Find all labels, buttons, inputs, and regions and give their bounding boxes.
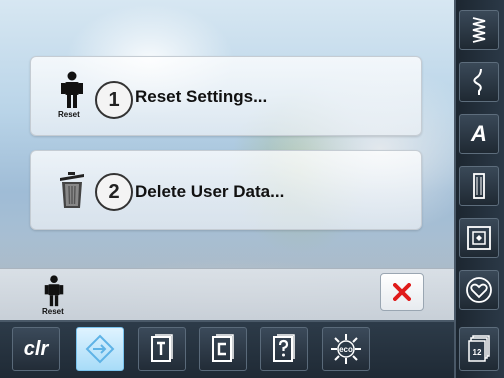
- trash-icon: [60, 172, 84, 208]
- personal-program-button[interactable]: [459, 270, 499, 310]
- buttonholes-button[interactable]: [459, 166, 499, 206]
- svg-text:eco: eco: [339, 345, 353, 354]
- buttonhole-icon: [473, 173, 485, 199]
- quilt-stitches-button[interactable]: [459, 218, 499, 258]
- delete-user-data-label: Delete User Data...: [135, 182, 285, 201]
- creative-consultant-button[interactable]: [199, 327, 247, 371]
- decorative-stitch-icon: [473, 68, 482, 95]
- reset-settings-label: Reset Settings...: [135, 87, 268, 106]
- delete-user-data-button[interactable]: 2 Delete User Data...: [30, 150, 422, 230]
- reset-icon-caption: Reset: [58, 110, 80, 119]
- alphabet-label: A: [471, 121, 487, 146]
- consultant-book-icon: [212, 334, 234, 362]
- quilt-icon: [467, 226, 491, 250]
- status-icon-caption: Reset: [42, 307, 64, 316]
- reset-person-icon: [44, 275, 64, 307]
- eco-icon: eco: [331, 334, 361, 364]
- practical-stitches-button[interactable]: [459, 10, 499, 50]
- help-book-icon: [273, 334, 295, 362]
- reset-settings-button[interactable]: Reset 1 Reset Settings...: [30, 56, 422, 136]
- screen: Reset 1 Reset Settings... 2 Delete User …: [0, 0, 504, 378]
- step-number-1: 1: [95, 81, 133, 119]
- memory-label: 12: [473, 348, 482, 357]
- heart-icon: [466, 277, 492, 303]
- clr-button[interactable]: clr: [12, 327, 60, 371]
- home-icon: [85, 334, 115, 364]
- tutorial-book-icon: [151, 334, 173, 362]
- close-icon: [393, 283, 411, 301]
- decorative-stitches-button[interactable]: [459, 62, 499, 102]
- clr-label: clr: [23, 337, 49, 360]
- alphabets-button[interactable]: A: [459, 114, 499, 154]
- reset-person-icon: [61, 71, 83, 108]
- memory-icon: 12: [468, 335, 490, 362]
- close-button[interactable]: [380, 273, 424, 311]
- tutorial-button[interactable]: [138, 327, 186, 371]
- help-button[interactable]: [260, 327, 308, 371]
- zigzag-stitch-icon: [472, 17, 486, 43]
- home-button[interactable]: [76, 327, 124, 371]
- eco-button[interactable]: eco: [322, 327, 370, 371]
- step-number-2: 2: [95, 173, 133, 211]
- memory-button[interactable]: 12: [459, 327, 499, 371]
